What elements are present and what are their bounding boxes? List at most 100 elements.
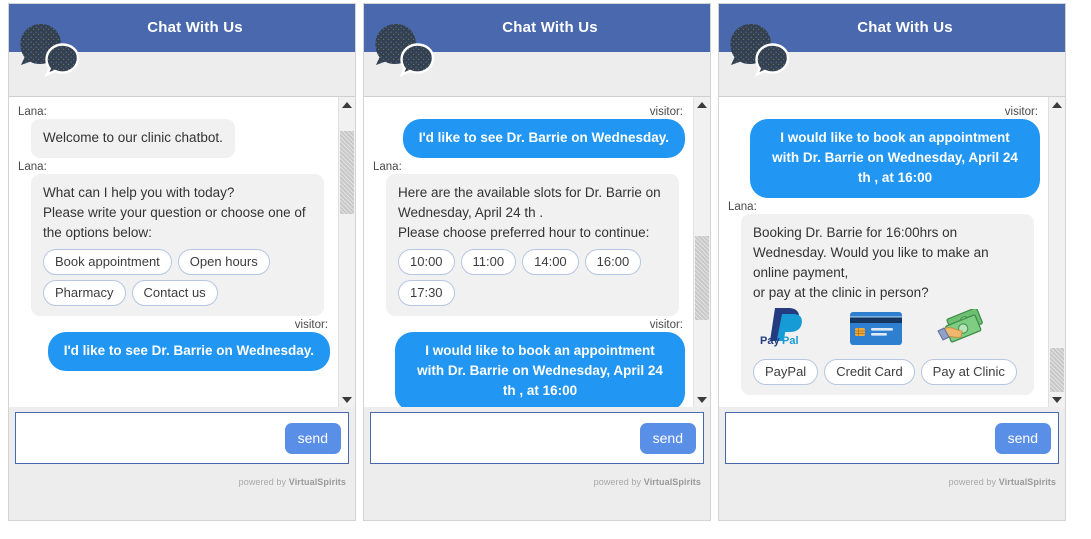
visitor-message-bubble: I'd like to see Dr. Barrie on Wednesday.	[47, 332, 330, 371]
scroll-up-arrow-icon[interactable]	[694, 97, 710, 112]
widget-subheader	[364, 52, 710, 96]
quick-reply-options: PayPal Credit Card Pay at Clinic	[753, 359, 1022, 385]
scroll-down-arrow-icon[interactable]	[1049, 392, 1065, 407]
quick-reply-options: 10:00 11:00 14:00 16:00 17:30	[398, 249, 667, 306]
quick-reply-credit-card[interactable]: Credit Card	[824, 359, 915, 385]
widget-header: Chat With Us	[9, 4, 355, 52]
triangle-down-icon	[697, 396, 707, 403]
svg-text:Pal: Pal	[782, 335, 799, 347]
messages-list: Lana: Welcome to our clinic chatbot. Lana:…	[9, 97, 338, 407]
svg-text:Pay: Pay	[760, 335, 780, 347]
chat-widget: Chat With Us Lana: Welcome to our clinic …	[8, 3, 356, 521]
message-input[interactable]	[726, 413, 995, 463]
chat-widget-gallery: Chat With Us Lana: Welcome to our clinic …	[0, 0, 1091, 539]
quick-reply-17-30[interactable]: 17:30	[398, 280, 455, 306]
messages-list: visitor: I'd like to see Dr. Barrie on We…	[364, 97, 693, 407]
quick-reply-16-00[interactable]: 16:00	[584, 249, 642, 275]
bot-message-text: What can I help you with today? Please w…	[43, 185, 306, 240]
message-row-visitor: I'd like to see Dr. Barrie on Wednesday.	[17, 332, 330, 371]
triangle-down-icon	[1052, 396, 1062, 403]
powered-prefix: powered by	[593, 477, 644, 487]
send-button[interactable]: send	[639, 422, 696, 454]
chat-widget: Chat With Us visitor: I'd like to see Dr.…	[363, 3, 711, 521]
visitor-label: visitor:	[294, 319, 328, 331]
bot-name-label: Lana:	[373, 161, 402, 173]
header-title: Chat With Us	[147, 19, 243, 36]
payment-icon-row: Pay Pal	[759, 307, 1022, 353]
visitor-message-bubble: I would like to book an appointment with…	[395, 332, 685, 407]
widget-footer: powered by VirtualSpirits	[719, 464, 1065, 520]
bot-name-label: Lana:	[18, 106, 47, 118]
bot-message-text: Booking Dr. Barrie for 16:00hrs on Wedne…	[753, 225, 989, 300]
quick-reply-pay-at-clinic[interactable]: Pay at Clinic	[920, 359, 1017, 385]
messages-scrollbar[interactable]	[338, 97, 355, 407]
paypal-icon: Pay Pal	[759, 305, 815, 353]
widget-footer: powered by VirtualSpirits	[364, 464, 710, 520]
bot-message-bubble: What can I help you with today? Please w…	[31, 174, 324, 316]
widget-header: Chat With Us	[364, 4, 710, 52]
powered-by-label: powered by VirtualSpirits	[594, 477, 701, 487]
visitor-message-bubble: I would like to book an appointment with…	[750, 119, 1040, 198]
chat-widget: Chat With Us visitor: I would like to boo…	[718, 3, 1066, 521]
messages-list: visitor: I would like to book an appointm…	[719, 97, 1048, 407]
quick-reply-pharmacy[interactable]: Pharmacy	[43, 280, 126, 306]
powered-brand: VirtualSpirits	[643, 477, 701, 487]
triangle-up-icon	[342, 101, 352, 108]
bot-name-label: Lana:	[18, 161, 47, 173]
visitor-message-bubble: I'd like to see Dr. Barrie on Wednesday.	[402, 119, 685, 158]
bot-name-label: Lana:	[728, 201, 757, 213]
scroll-down-arrow-icon[interactable]	[339, 392, 355, 407]
message-row-visitor: I'd like to see Dr. Barrie on Wednesday.	[372, 119, 685, 158]
visitor-label: visitor:	[649, 319, 683, 331]
widget-footer: powered by VirtualSpirits	[9, 464, 355, 520]
quick-reply-11-00[interactable]: 11:00	[460, 249, 517, 275]
messages-pane: visitor: I would like to book an appointm…	[719, 96, 1065, 407]
quick-reply-open-hours[interactable]: Open hours	[177, 249, 270, 275]
widget-subheader	[719, 52, 1065, 96]
widget-header: Chat With Us	[719, 4, 1065, 52]
quick-reply-paypal[interactable]: PayPal	[753, 359, 819, 385]
triangle-up-icon	[697, 101, 707, 108]
message-row-visitor: I would like to book an appointment with…	[727, 119, 1040, 198]
quick-reply-14-00[interactable]: 14:00	[522, 249, 579, 275]
header-title: Chat With Us	[857, 19, 953, 36]
scroll-down-arrow-icon[interactable]	[694, 392, 710, 407]
powered-by-label: powered by VirtualSpirits	[949, 477, 1056, 487]
messages-scrollbar[interactable]	[1048, 97, 1065, 407]
scrollbar-thumb[interactable]	[695, 236, 709, 320]
messages-pane: visitor: I'd like to see Dr. Barrie on We…	[364, 96, 710, 407]
message-row-visitor: I would like to book an appointment with…	[372, 332, 685, 407]
bot-message-bubble: Welcome to our clinic chatbot.	[31, 119, 235, 158]
scroll-up-arrow-icon[interactable]	[1049, 97, 1065, 112]
quick-reply-options: Book appointment Open hours Pharmacy Contac…	[43, 249, 312, 306]
quick-reply-10-00[interactable]: 10:00	[398, 249, 455, 275]
cash-in-hand-icon	[937, 307, 989, 353]
triangle-up-icon	[1052, 101, 1062, 108]
credit-card-icon	[849, 309, 903, 353]
header-title: Chat With Us	[502, 19, 598, 36]
powered-prefix: powered by	[238, 477, 289, 487]
triangle-down-icon	[342, 396, 352, 403]
bot-message-text: Here are the available slots for Dr. Bar…	[398, 185, 661, 240]
quick-reply-contact-us[interactable]: Contact us	[131, 280, 218, 306]
powered-brand: VirtualSpirits	[288, 477, 346, 487]
messages-pane: Lana: Welcome to our clinic chatbot. Lana:…	[9, 96, 355, 407]
widget-subheader	[9, 52, 355, 96]
quick-reply-book-appointment[interactable]: Book appointment	[43, 249, 172, 275]
bot-message-bubble: Booking Dr. Barrie for 16:00hrs on Wedne…	[741, 214, 1034, 395]
scroll-up-arrow-icon[interactable]	[339, 97, 355, 112]
visitor-label: visitor:	[1004, 106, 1038, 118]
powered-brand: VirtualSpirits	[998, 477, 1056, 487]
message-input[interactable]	[16, 413, 285, 463]
visitor-label: visitor:	[649, 106, 683, 118]
message-composer: send	[725, 412, 1059, 464]
scrollbar-thumb[interactable]	[340, 130, 354, 215]
message-composer: send	[370, 412, 704, 464]
message-composer: send	[15, 412, 349, 464]
message-input[interactable]	[371, 413, 640, 463]
send-button[interactable]: send	[284, 422, 341, 454]
powered-prefix: powered by	[948, 477, 999, 487]
messages-scrollbar[interactable]	[693, 97, 710, 407]
send-button[interactable]: send	[994, 422, 1051, 454]
bot-message-bubble: Here are the available slots for Dr. Bar…	[386, 174, 679, 316]
